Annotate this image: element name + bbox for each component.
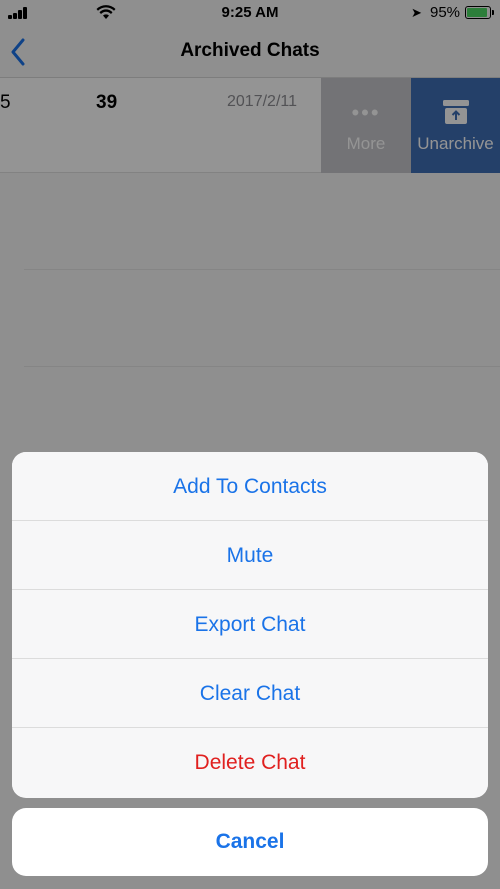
delete-chat-button[interactable]: Delete Chat [12, 728, 488, 797]
clear-chat-button[interactable]: Clear Chat [12, 659, 488, 728]
add-to-contacts-button[interactable]: Add To Contacts [12, 452, 488, 521]
action-sheet: Add To Contacts Mute Export Chat Clear C… [12, 452, 488, 798]
cancel-button[interactable]: Cancel [12, 808, 488, 876]
export-chat-button[interactable]: Export Chat [12, 590, 488, 659]
mute-button[interactable]: Mute [12, 521, 488, 590]
